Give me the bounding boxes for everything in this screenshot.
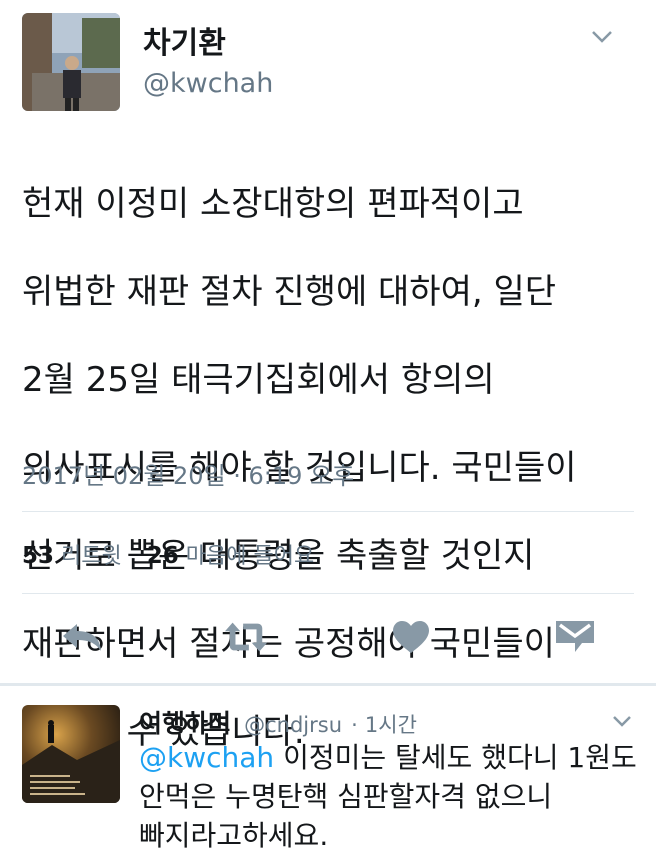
retweet-stat[interactable]: 53 리트윗 [22,538,122,570]
reply-header: 여행하며 @cndjrsu · 1시간 [139,704,417,740]
reply-author-name[interactable]: 여행하며 [139,709,231,738]
section-divider [0,683,656,686]
reply-time-ago: 1시간 [364,713,417,737]
tweet-stats: 53 리트윗 26 마음에 들어요 [22,538,314,570]
chevron-down-icon[interactable] [612,715,632,727]
reply-text: @kwchah 이정미는 탈세도 했다니 1원도 안먹은 누명탄핵 심판할자격 … [139,738,639,855]
tweet-text-line: 위법한 재판 절차 진행에 대하여, 일단 [22,272,557,312]
retweet-count: 53 [22,543,55,569]
mention-link[interactable]: @kwchah [139,741,274,774]
tweet-text-line: 2월 25일 태극기집회에서 항의의 [22,360,495,400]
reply-text-line: @kwchah 이정미는 탈세도 했다니 1원도 [139,738,639,777]
divider [22,593,634,594]
meta-separator: · [351,713,358,737]
reply-text-line: 안먹은 누명탄핵 심판할자격 없으니 [139,780,553,813]
reply-author-avatar[interactable] [22,705,120,803]
reply-button[interactable] [60,617,104,657]
tweet-timestamp: 2017년 02월 20일 · 6:19 오후 [22,462,355,490]
direct-message-icon [556,621,594,652]
direct-message-button[interactable] [553,617,597,657]
retweet-button[interactable] [224,617,268,657]
retweet-icon [224,622,268,652]
retweet-label: 리트윗 [61,544,122,569]
like-stat[interactable]: 26 마음에 들어요 [147,538,314,570]
reply-text-line: 빠지라고하세요. [139,819,329,852]
like-label: 마음에 들어요 [185,544,315,569]
heart-icon [393,621,429,653]
author-avatar[interactable] [22,13,120,111]
reply-icon [63,624,101,651]
tweet-text-line: 헌재 이정미 소장대항의 편파적이고 [22,184,524,224]
author-handle[interactable]: @kwchah [143,68,273,99]
chevron-down-icon[interactable] [591,30,613,44]
reply-text-segment: 이정미는 탈세도 했다니 1원도 [274,741,637,774]
author-name[interactable]: 차기환 [143,18,226,62]
divider [22,511,634,512]
like-button[interactable] [389,617,433,657]
like-count: 26 [146,543,179,569]
reply-author-handle[interactable]: @cndjrsu [244,713,342,737]
